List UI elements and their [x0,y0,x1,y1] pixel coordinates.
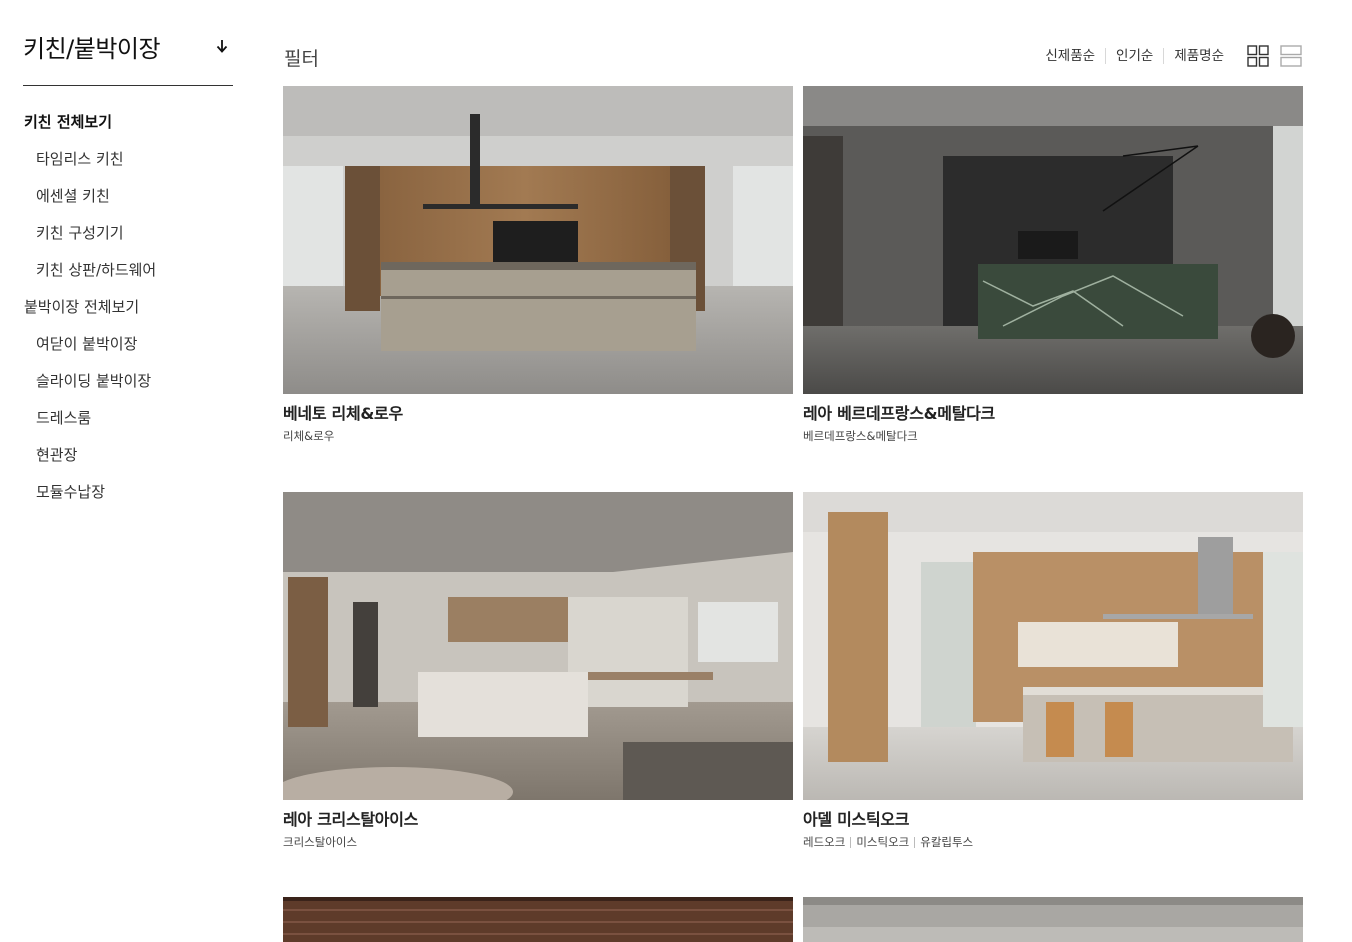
category-sidebar: 키친/붙박이장 키친 전체보기 타임리스 키친 에센셜 키친 키친 구성기기 키… [23,28,233,519]
product-card[interactable]: 아델 미스틱오크 레드오크 미스틱오크 유칼립투스 [803,492,1303,850]
product-name[interactable]: 레아 크리스탈아이스 [283,810,793,830]
menu-item-essential-kitchen[interactable]: 에센셜 키친 [23,186,233,223]
menu-item-dressroom[interactable]: 드레스룸 [23,408,233,445]
product-tag: 베르데프랑스&메탈다크 [803,429,918,443]
product-card[interactable]: 레아 크리스탈아이스 크리스탈아이스 [283,492,793,850]
menu-item-hinged-closet[interactable]: 여닫이 붙박이장 [23,334,233,371]
sidebar-divider [23,85,233,86]
product-name[interactable]: 베네토 리체&로우 [283,404,793,424]
list-toolbar: 필터 신제품순 인기순 제품명순 [283,40,1303,72]
product-name[interactable]: 아델 미스틱오크 [803,810,1303,830]
product-image[interactable] [283,86,793,394]
product-list-page: 키친/붙박이장 키친 전체보기 타임리스 키친 에센셜 키친 키친 구성기기 키… [0,0,1352,942]
product-name[interactable]: 레아 베르데프랑스&메탈다크 [803,404,1303,424]
product-tag: 리체&로우 [283,429,335,443]
menu-item-kitchen-appliances[interactable]: 키친 구성기기 [23,223,233,260]
product-tags: 리체&로우 [283,428,793,444]
arrow-down-icon [215,38,229,54]
product-image[interactable] [283,492,793,800]
product-image[interactable] [803,86,1303,394]
product-tag: 레드오크 [803,835,846,849]
sort-newest[interactable]: 신제품순 [1035,47,1105,65]
filter-button[interactable]: 필터 [284,44,319,71]
product-tags: 크리스탈아이스 [283,834,793,850]
menu-item-module-storage[interactable]: 모듈수납장 [23,482,233,519]
tag-separator [850,836,852,848]
product-image[interactable] [803,897,1303,942]
product-card[interactable] [283,897,793,942]
menu-item-kitchen-countertop[interactable]: 키친 상판/하드웨어 [23,260,233,297]
sort-options: 신제품순 인기순 제품명순 [1035,44,1303,68]
product-tags: 레드오크 미스틱오크 유칼립투스 [803,834,1303,850]
category-menu: 키친 전체보기 타임리스 키친 에센셜 키친 키친 구성기기 키친 상판/하드웨… [23,112,233,519]
category-title: 키친/붙박이장 [23,34,161,63]
sort-popular[interactable]: 인기순 [1106,47,1163,65]
tag-separator [914,836,916,848]
product-card[interactable]: 베네토 리체&로우 리체&로우 [283,86,793,444]
product-image[interactable] [803,492,1303,800]
menu-item-kitchen-all[interactable]: 키친 전체보기 [23,112,233,149]
product-card[interactable] [803,897,1303,942]
product-tags: 베르데프랑스&메탈다크 [803,428,1303,444]
menu-item-timeless-kitchen[interactable]: 타임리스 키친 [23,149,233,186]
sort-name[interactable]: 제품명순 [1164,47,1234,65]
product-tag: 유칼립투스 [920,835,974,849]
grid-view-icon[interactable] [1246,44,1270,68]
menu-item-sliding-closet[interactable]: 슬라이딩 붙박이장 [23,371,233,408]
product-tag: 미스틱오크 [856,835,910,849]
product-card[interactable]: 레아 베르데프랑스&메탈다크 베르데프랑스&메탈다크 [803,86,1303,444]
menu-item-entrance-cabinet[interactable]: 현관장 [23,445,233,482]
product-image[interactable] [283,897,793,942]
category-dropdown[interactable]: 키친/붙박이장 [23,28,233,64]
menu-item-closet-all[interactable]: 붙박이장 전체보기 [23,297,233,334]
product-tag: 크리스탈아이스 [283,835,358,849]
list-view-icon[interactable] [1279,44,1303,68]
